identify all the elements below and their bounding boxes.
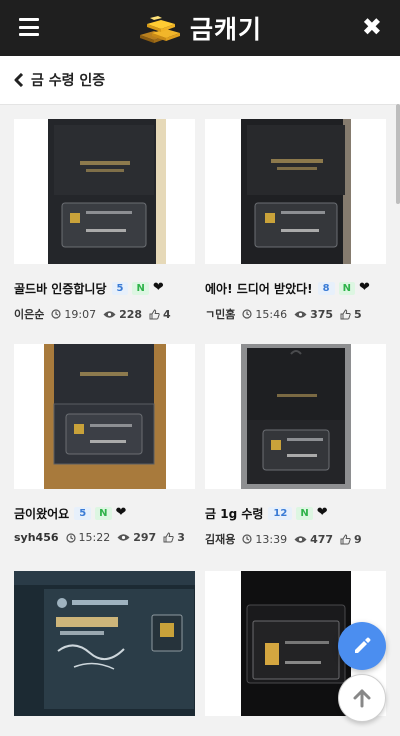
arrow-up-icon [353,689,371,708]
comment-count-badge: 8 [317,281,335,295]
view-count: 477 [310,532,334,546]
post-title[interactable]: 골드바 인증합니당 [14,280,107,297]
post-time: 15:46 [255,307,288,321]
new-badge: N [95,506,112,520]
close-icon[interactable]: ✖ [362,14,382,40]
post-author: syh456 [14,531,59,544]
thumbs-up-icon [149,308,160,320]
post-card[interactable] [14,571,195,716]
chevron-left-icon [14,73,24,87]
app-header: 금캐기 ✖ [0,0,400,56]
new-badge: N [132,281,149,295]
post-thumbnail[interactable] [205,119,386,264]
like-count: 3 [177,531,185,544]
post-card[interactable]: 금이왔어요 5 N ❤ syh456 15:22 297 3 [14,344,195,544]
comment-count-badge: 12 [268,506,293,520]
view-count: 228 [119,307,143,321]
heart-icon: ❤ [115,505,127,520]
post-time: 15:22 [78,531,111,544]
scroll-to-top-button[interactable] [338,674,386,722]
post-author: 이은순 [14,308,45,321]
post-title[interactable]: 금 1g 수령 [205,505,263,522]
eye-icon [294,310,307,319]
clock-icon [242,534,252,544]
clock-icon [242,309,252,319]
brand-title: 금캐기 [189,15,262,44]
post-thumbnail[interactable] [14,344,195,489]
post-title[interactable]: 에아! 드디어 받았다! [205,280,313,297]
post-title[interactable]: 금이왔어요 [14,505,69,522]
like-count: 5 [354,307,362,321]
post-thumbnail[interactable] [205,344,386,489]
view-count: 297 [133,531,157,544]
heart-icon: ❤ [152,280,164,295]
clock-icon [65,532,76,543]
post-author: ㄱ민홈 [205,308,236,321]
brand[interactable]: 금캐기 [138,10,262,46]
thumbs-up-icon [340,308,351,320]
heart-icon: ❤ [358,280,370,295]
post-time: 13:39 [255,532,288,546]
heart-icon: ❤ [316,505,328,520]
post-thumbnail[interactable] [14,571,195,716]
like-count: 9 [354,532,362,546]
eye-icon [117,533,130,542]
post-time: 19:07 [64,307,97,321]
post-author: 김재용 [205,533,236,546]
comment-count-badge: 5 [74,506,92,520]
back-button[interactable]: 금 수령 인증 [14,70,105,90]
post-thumbnail[interactable] [14,119,195,264]
new-badge: N [338,281,355,295]
clock-icon [51,309,61,319]
write-post-button[interactable] [338,622,386,670]
eye-icon [103,310,116,319]
eye-icon [294,535,307,544]
post-card[interactable]: 골드바 인증합니당 5 N ❤ 이은순 19:07 228 4 [14,119,195,322]
gold-bars-logo-icon [139,16,180,43]
comment-count-badge: 5 [111,281,129,295]
scrollbar-thumb[interactable] [396,104,400,204]
thumbs-up-icon [163,532,174,543]
hamburger-menu-icon[interactable] [19,18,39,36]
page-subheader: 금 수령 인증 [0,56,400,105]
like-count: 4 [163,307,171,321]
page-title: 금 수령 인증 [31,73,106,89]
thumbs-up-icon [340,533,351,545]
post-card[interactable]: 금 1g 수령 12 N ❤ 김재용 13:39 477 9 [205,344,386,547]
post-card[interactable]: 에아! 드디어 받았다! 8 N ❤ ㄱ민홈 15:46 375 5 [205,119,386,322]
view-count: 375 [310,307,334,321]
pencil-icon [355,637,371,653]
new-badge: N [296,506,313,520]
